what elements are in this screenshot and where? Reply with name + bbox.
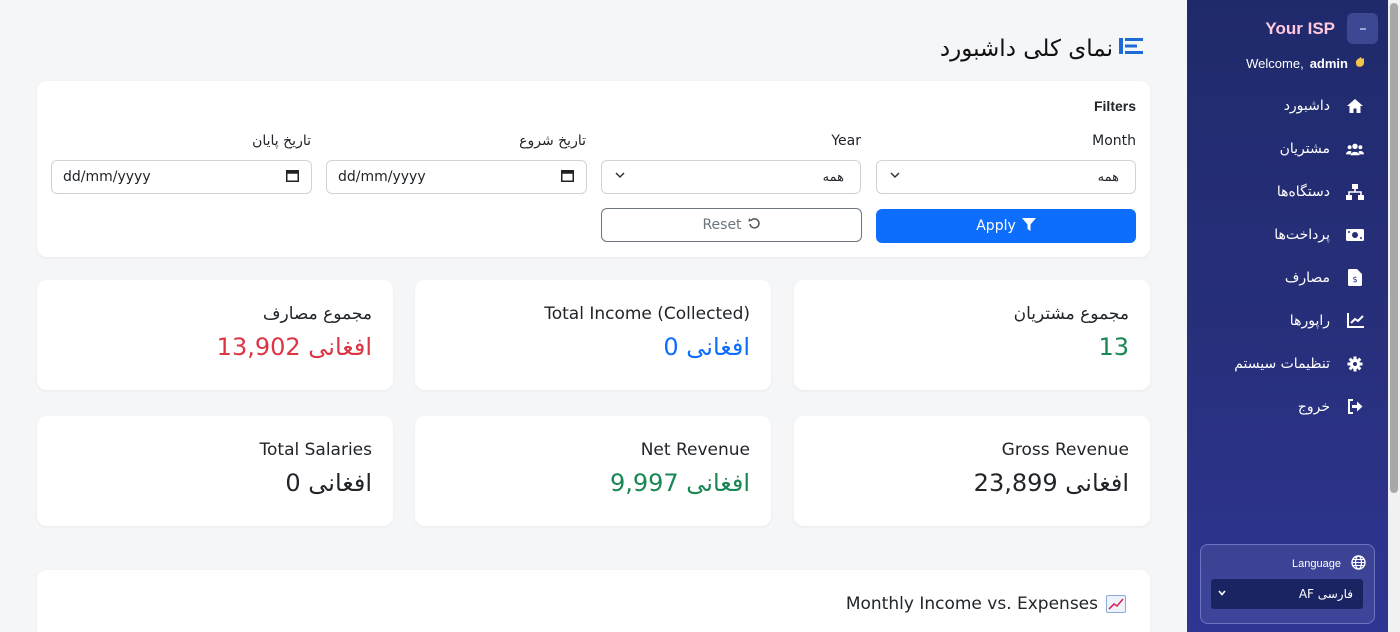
sidebar-item-payments[interactable]: پرداخت‌ها xyxy=(1187,213,1388,256)
apply-button[interactable]: Apply xyxy=(876,209,1136,243)
scrollbar-thumb[interactable] xyxy=(1390,3,1398,493)
language-label-row: Language xyxy=(1292,555,1366,573)
language-label: Language xyxy=(1292,558,1341,570)
stat-label: Gross Revenue xyxy=(1001,440,1129,460)
stat-label: مجموع مصارف xyxy=(262,304,372,324)
start-date-input[interactable]: dd/mm/yyyy xyxy=(326,160,587,194)
brand[interactable]: Your ISP xyxy=(1265,13,1378,44)
stat-card-customers: مجموع مشتریان 13 xyxy=(794,280,1150,390)
users-icon xyxy=(1346,140,1364,158)
year-select-value: همه xyxy=(822,169,844,185)
page-scrollbar[interactable] xyxy=(1388,0,1400,632)
brand-logo-icon xyxy=(1347,13,1378,44)
start-date-label: تاریخ شروع xyxy=(519,133,586,149)
stat-value: 0 افغانی xyxy=(285,469,372,497)
sidebar-item-label: مصارف xyxy=(1284,269,1330,286)
gear-icon xyxy=(1346,355,1364,373)
sidebar: Your ISP Welcome, admin داشبورد مشتریان … xyxy=(1187,0,1388,632)
sidebar-item-label: داشبورد xyxy=(1283,97,1330,114)
stat-label: Net Revenue xyxy=(640,440,750,460)
end-date-input[interactable]: dd/mm/yyyy xyxy=(51,160,312,194)
stat-value: 13,902 افغانی xyxy=(216,333,372,361)
stat-label: Total Income (Collected) xyxy=(544,304,750,324)
reset-button[interactable]: Reset xyxy=(601,208,862,242)
chart-card: Monthly Income vs. Expenses xyxy=(37,570,1150,632)
chevron-down-icon xyxy=(614,169,626,185)
stat-card-net-revenue: Net Revenue 9,997 افغانی xyxy=(415,416,771,526)
reset-icon xyxy=(748,217,761,234)
sidebar-nav: داشبورد مشتریان دستگاه‌ها پرداخت‌ها مصار… xyxy=(1187,84,1388,428)
sidebar-item-devices[interactable]: دستگاه‌ها xyxy=(1187,170,1388,213)
invoice-icon: $ xyxy=(1346,269,1364,287)
start-date-placeholder: dd/mm/yyyy xyxy=(338,169,426,185)
filter-icon xyxy=(1021,217,1036,235)
globe-icon xyxy=(1351,555,1366,573)
language-panel: Language AF فارسی xyxy=(1200,544,1375,624)
chevron-down-icon xyxy=(1217,587,1227,601)
stat-value: 9,997 افغانی xyxy=(609,469,750,497)
sidebar-item-label: دستگاه‌ها xyxy=(1276,183,1330,200)
filters-title: Filters xyxy=(1093,98,1136,114)
language-select[interactable]: AF فارسی xyxy=(1210,578,1364,610)
brand-name: Your ISP xyxy=(1265,18,1335,38)
month-label: Month xyxy=(1092,133,1136,149)
money-icon xyxy=(1346,226,1364,244)
chart-title-text: Monthly Income vs. Expenses xyxy=(845,594,1098,614)
sidebar-item-label: خروج xyxy=(1297,398,1330,415)
stat-value: 13 xyxy=(1098,333,1129,361)
sidebar-item-customers[interactable]: مشتریان xyxy=(1187,127,1388,170)
apply-label: Apply xyxy=(976,218,1016,234)
reset-label: Reset xyxy=(702,217,742,233)
page-title: نمای کلی داشبورد xyxy=(940,36,1143,62)
sidebar-item-label: تنظیمات سیستم xyxy=(1234,355,1330,372)
sidebar-item-dashboard[interactable]: داشبورد xyxy=(1187,84,1388,127)
waving-hand-icon xyxy=(1354,56,1366,71)
sidebar-item-reports[interactable]: راپورها xyxy=(1187,299,1388,342)
stat-label: Total Salaries xyxy=(259,440,372,460)
chevron-down-icon xyxy=(889,169,901,185)
sidebar-item-label: راپورها xyxy=(1289,312,1330,329)
stat-value: 23,899 افغانی xyxy=(973,469,1129,497)
month-select[interactable]: همه xyxy=(876,160,1136,194)
end-date-placeholder: dd/mm/yyyy xyxy=(63,169,151,185)
stat-card-gross-revenue: Gross Revenue 23,899 افغانی xyxy=(794,416,1150,526)
stat-card-total-income: Total Income (Collected) 0 افغانی xyxy=(415,280,771,390)
stat-card-total-salaries: Total Salaries 0 افغانی xyxy=(37,416,393,526)
sidebar-item-expenses[interactable]: مصارف $ xyxy=(1187,256,1388,299)
year-label: Year xyxy=(831,133,861,149)
chart-increasing-icon xyxy=(1106,595,1126,613)
home-icon xyxy=(1346,97,1364,115)
welcome-text: Welcome, admin xyxy=(1246,56,1366,71)
sidebar-item-label: مشتریان xyxy=(1279,140,1330,157)
filters-card: Filters Month Year تاریخ شروع تاریخ پایا… xyxy=(37,81,1150,257)
year-select[interactable]: همه xyxy=(601,160,861,194)
end-date-label: تاریخ پایان xyxy=(252,133,311,149)
list-icon xyxy=(1119,36,1143,62)
stat-value: 0 افغانی xyxy=(663,333,750,361)
page-title-text: نمای کلی داشبورد xyxy=(939,36,1113,62)
sidebar-item-logout[interactable]: خروج xyxy=(1187,385,1388,428)
stat-card-expenses: مجموع مصارف 13,902 افغانی xyxy=(37,280,393,390)
logout-icon xyxy=(1346,398,1364,416)
svg-text:$: $ xyxy=(1352,275,1357,284)
chart-title: Monthly Income vs. Expenses xyxy=(846,594,1126,614)
language-select-value: AF فارسی xyxy=(1298,587,1353,601)
calendar-icon[interactable] xyxy=(561,169,574,186)
chart-line-icon xyxy=(1346,312,1364,330)
username: admin xyxy=(1309,56,1348,71)
calendar-icon[interactable] xyxy=(286,169,299,186)
network-icon xyxy=(1346,183,1364,201)
sidebar-item-label: پرداخت‌ها xyxy=(1274,226,1330,243)
sidebar-item-settings[interactable]: تنظیمات سیستم xyxy=(1187,342,1388,385)
stat-label: مجموع مشتریان xyxy=(1013,304,1129,324)
month-select-value: همه xyxy=(1097,169,1119,185)
welcome-prefix: Welcome, xyxy=(1246,56,1304,71)
